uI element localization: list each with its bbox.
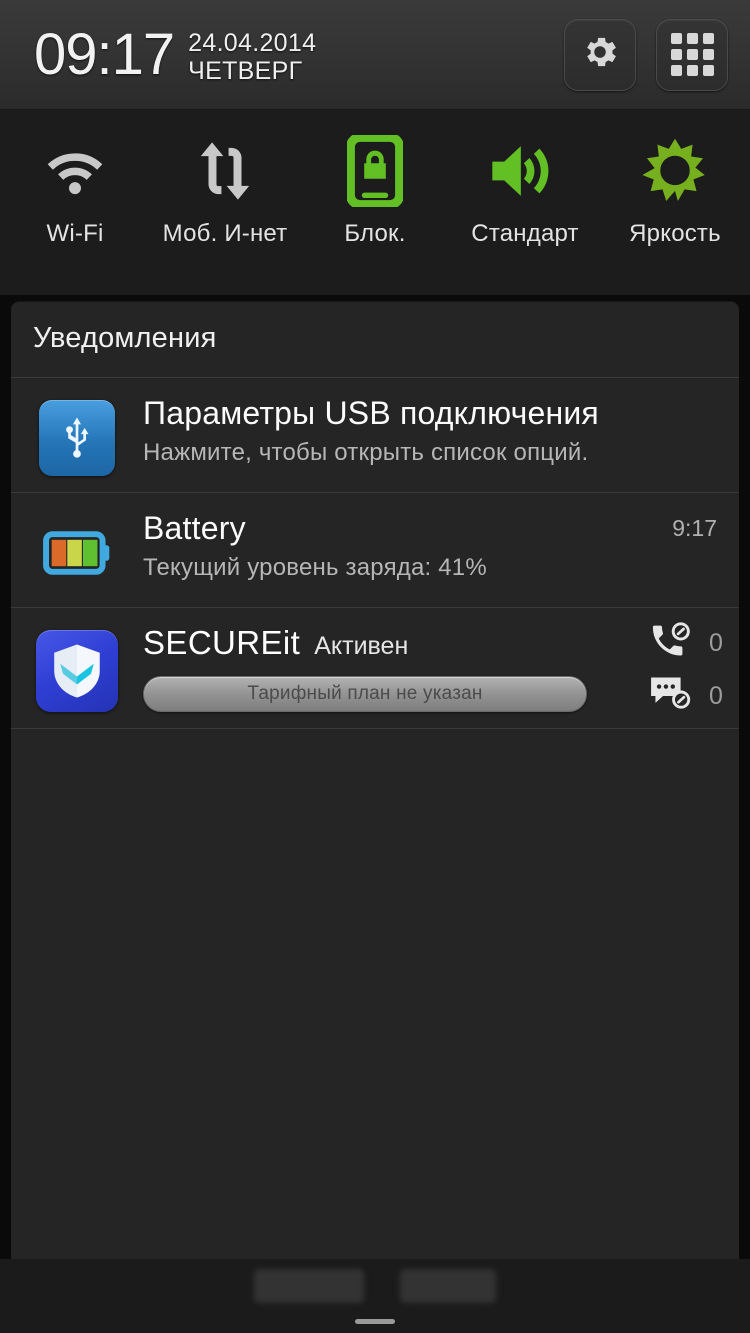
blurred-badges: [0, 1269, 750, 1303]
shade-bottom-bar[interactable]: [0, 1259, 750, 1333]
toggle-brightness-label: Яркость: [629, 220, 721, 247]
blurred-badge: [400, 1269, 496, 1303]
notification-panel: Уведомления Параметры USB подключения На…: [11, 302, 739, 1259]
secureit-title: SECUREit: [143, 624, 301, 661]
notification-title: Параметры USB подключения: [143, 395, 599, 431]
date-text: 24.04.2014: [188, 28, 317, 57]
secureit-counters: 0 0: [649, 622, 725, 718]
mobile-data-icon: [194, 132, 256, 210]
notification-time: 9:17: [672, 515, 717, 541]
battery-icon: [39, 515, 115, 591]
blocked-message-icon: [649, 675, 693, 718]
notification-title: Battery: [143, 510, 246, 546]
secureit-state: Активен: [314, 632, 409, 660]
toggle-wifi[interactable]: Wi-Fi: [0, 132, 150, 248]
sound-speaker-icon: [489, 132, 561, 210]
notification-icon-wrap: [11, 509, 143, 591]
shield-icon: [36, 630, 118, 712]
toggle-sound-profile[interactable]: Стандарт: [450, 132, 600, 248]
screen-lock-icon: [347, 132, 403, 210]
toggle-mobile-data[interactable]: Моб. И-нет: [150, 132, 300, 248]
notification-usb[interactable]: Параметры USB подключения Нажмите, чтобы…: [11, 378, 739, 492]
settings-button[interactable]: [564, 18, 636, 91]
blocked-messages-count: 0: [709, 682, 723, 710]
panel-title: Уведомления: [33, 322, 217, 354]
gear-icon: [579, 31, 621, 78]
notification-body: Параметры USB подключения Нажмите, чтобы…: [143, 394, 739, 476]
clock: 09:17: [34, 21, 175, 87]
tariff-plan-button[interactable]: Тарифный план не указан: [143, 676, 587, 712]
notification-subtitle: Нажмите, чтобы открыть список опций.: [143, 439, 589, 466]
status-header: 09:17 24.04.2014 ЧЕТВЕРГ: [0, 0, 750, 110]
notification-body: Battery Текущий уровень заряда: 41%: [143, 509, 739, 591]
grid-icon: [670, 33, 714, 76]
toggle-wifi-label: Wi-Fi: [46, 220, 104, 247]
blocked-messages-row: 0: [649, 675, 725, 718]
header-buttons: [564, 18, 728, 91]
secureit-header: SECUREit Активен: [143, 624, 721, 662]
notification-battery[interactable]: Battery Текущий уровень заряда: 41% 9:17: [11, 492, 739, 607]
usb-icon: [39, 400, 115, 476]
notification-icon-wrap: [11, 394, 143, 476]
notification-subtitle: Текущий уровень заряда: 41%: [143, 554, 487, 581]
blocked-call-icon: [649, 622, 693, 665]
quick-settings-row: Wi-Fi Моб. И-нет Блок. Стандарт Яркость: [0, 110, 750, 295]
brightness-sun-icon: [641, 132, 709, 210]
divider: [11, 728, 739, 729]
blocked-calls-count: 0: [709, 629, 723, 657]
weekday-text: ЧЕТВЕРГ: [188, 56, 303, 85]
toggle-screen-lock-label: Блок.: [344, 220, 406, 247]
toggle-brightness[interactable]: Яркость: [600, 132, 750, 248]
wifi-icon: [42, 132, 108, 210]
toggle-sound-profile-label: Стандарт: [471, 220, 579, 247]
apps-grid-button[interactable]: [656, 18, 728, 91]
date-block: 24.04.2014 ЧЕТВЕРГ: [188, 25, 316, 85]
blurred-badge: [254, 1269, 364, 1303]
shade-drag-handle[interactable]: [355, 1319, 395, 1324]
notification-icon-wrap: [11, 624, 143, 712]
toggle-screen-lock[interactable]: Блок.: [300, 132, 450, 248]
notification-secureit[interactable]: SECUREit Активен Тарифный план не указан…: [11, 607, 739, 728]
blocked-calls-row: 0: [649, 622, 725, 665]
toggle-mobile-data-label: Моб. И-нет: [162, 220, 288, 247]
tariff-plan-label: Тарифный план не указан: [247, 683, 483, 704]
